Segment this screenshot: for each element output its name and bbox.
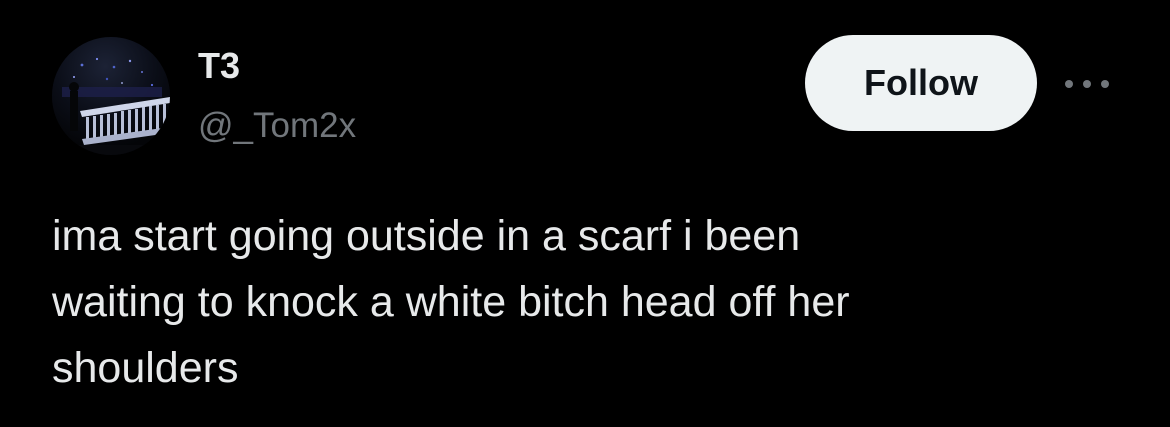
avatar-image (52, 37, 170, 155)
user-handle[interactable]: @_Tom2x (198, 104, 356, 148)
more-horizontal-icon (1065, 80, 1109, 88)
follow-button[interactable]: Follow (805, 35, 1037, 131)
more-options-button[interactable] (1058, 62, 1116, 106)
avatar[interactable] (52, 37, 170, 155)
display-name[interactable]: T3 (198, 44, 240, 88)
follow-button-label: Follow (864, 62, 978, 103)
tweet-text: ima start going outside in a scarf i bee… (52, 212, 850, 392)
tweet-card: T3 @_Tom2x Follow ima start going outsid… (0, 0, 1170, 427)
